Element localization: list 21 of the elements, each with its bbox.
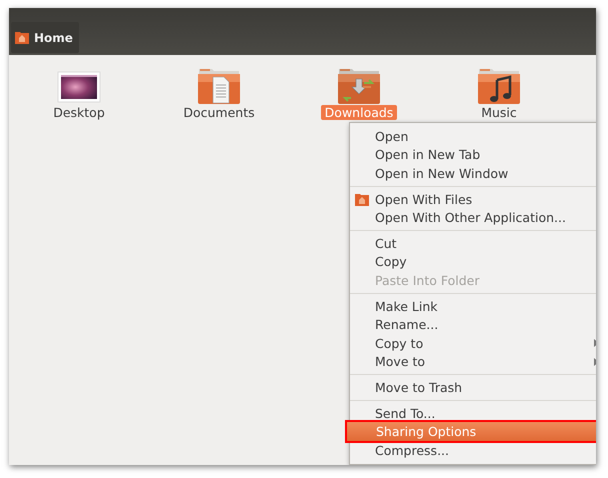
menu-item[interactable]: Open With Other Application... [351, 208, 596, 227]
menu-item[interactable]: Open With Files [351, 190, 596, 208]
menu-item[interactable]: Move to Trash [351, 378, 596, 397]
menu-item[interactable]: Copy [351, 252, 596, 272]
folder-icon[interactable] [477, 67, 521, 105]
menu-item[interactable]: Copy to [351, 334, 596, 353]
menu-item[interactable]: Cut [351, 234, 596, 253]
menu-item[interactable]: Open in New Window [351, 164, 596, 183]
menu-item[interactable]: Open in New Tab [351, 146, 596, 164]
menu-item[interactable]: Rename... [351, 315, 596, 334]
item-label[interactable]: Music [477, 105, 521, 120]
menu-item[interactable]: Open [351, 127, 596, 146]
menu-item[interactable]: Send To... [351, 404, 596, 422]
home-folder-icon [355, 192, 369, 206]
menu-item[interactable]: Move to [351, 352, 596, 372]
menu-item[interactable]: Make Link [351, 296, 596, 316]
item-label[interactable]: Desktop [49, 105, 109, 120]
home-folder-icon [15, 31, 29, 44]
home-location-button[interactable]: Home [11, 22, 79, 53]
menu-item[interactable]: Compress... [351, 440, 596, 460]
item-label[interactable]: Documents [179, 105, 259, 120]
